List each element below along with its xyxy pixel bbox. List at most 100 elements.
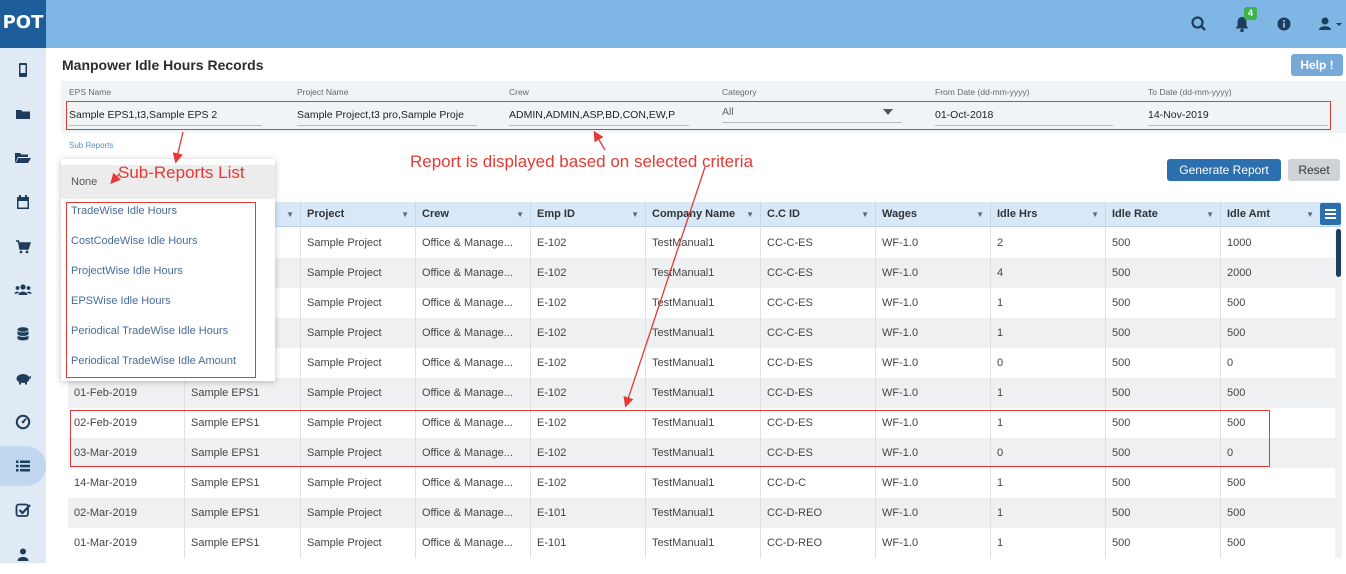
project-name-field[interactable]: Sample Project,t3 pro,Sample Proje xyxy=(297,104,477,126)
chevron-down-icon[interactable]: ▼ xyxy=(861,202,869,227)
table-row[interactable]: 03-Mar-2019 Sample EPS1 Sample Project Offi… xyxy=(68,438,1335,468)
column-header-idle-amt[interactable]: Idle Amt ▼ xyxy=(1220,202,1320,227)
users-icon xyxy=(14,284,32,295)
chevron-down-icon[interactable]: ▼ xyxy=(976,202,984,227)
table-cell: WF-1.0 xyxy=(875,498,990,528)
sidebar-item-calendar[interactable] xyxy=(0,182,46,222)
table-cell: 500 xyxy=(1105,258,1220,288)
column-header-project[interactable]: Project ▼ xyxy=(300,202,415,227)
reset-button[interactable]: Reset xyxy=(1288,159,1340,181)
table-cell: 500 xyxy=(1105,408,1220,438)
table-row[interactable]: 01-Feb-2019 Sample EPS1 Sample Project Offi… xyxy=(68,378,1335,408)
chevron-down-icon[interactable]: ▼ xyxy=(631,202,639,227)
table-cell: WF-1.0 xyxy=(875,378,990,408)
table-cell: 500 xyxy=(1105,528,1220,558)
sidebar-item-checklist[interactable] xyxy=(0,490,46,530)
table-cell: Sample Project xyxy=(300,468,415,498)
chevron-down-icon[interactable]: ▼ xyxy=(286,202,294,227)
sidebar-item-database[interactable] xyxy=(0,314,46,354)
chevron-down-icon[interactable]: ▼ xyxy=(401,202,409,227)
table-cell: WF-1.0 xyxy=(875,528,990,558)
table-cell: TestManual1 xyxy=(645,258,760,288)
sub-report-option[interactable]: TradeWise Idle Hours xyxy=(61,196,275,226)
table-cell: 1 xyxy=(990,528,1105,558)
category-select[interactable]: All xyxy=(722,101,902,123)
chevron-down-icon[interactable] xyxy=(883,109,893,115)
column-header-crew[interactable]: Crew ▼ xyxy=(415,202,530,227)
scrollbar[interactable] xyxy=(1335,228,1342,558)
sub-report-option[interactable]: Periodical TradeWise Idle Amount xyxy=(61,346,275,376)
sidebar-item-cart[interactable] xyxy=(0,226,46,266)
app-logo[interactable]: POT xyxy=(0,0,46,48)
table-cell: 500 xyxy=(1105,498,1220,528)
table-row[interactable]: 01-Mar-2019 Sample EPS1 Sample Project Offi… xyxy=(68,528,1335,558)
sidebar-item-piggy-bank[interactable] xyxy=(0,358,46,398)
chevron-down-icon[interactable]: ▼ xyxy=(1206,202,1214,227)
sidebar-item-users[interactable] xyxy=(0,270,46,310)
sidebar-item-mobile[interactable] xyxy=(0,50,46,90)
user-menu-icon[interactable] xyxy=(1316,14,1344,34)
from-date-field[interactable]: 01-Oct-2018 xyxy=(935,104,1113,126)
mobile-icon xyxy=(19,63,27,77)
scrollbar-thumb[interactable] xyxy=(1336,229,1341,277)
chevron-down-icon[interactable]: ▼ xyxy=(1091,202,1099,227)
piggy-bank-icon xyxy=(16,374,31,385)
table-cell: Sample EPS1 xyxy=(184,528,300,558)
chevron-down-icon[interactable]: ▼ xyxy=(516,202,524,227)
sub-report-option[interactable]: ProjectWise Idle Hours xyxy=(61,256,275,286)
table-cell: 500 xyxy=(1220,288,1335,318)
table-cell: E-101 xyxy=(530,528,645,558)
project-name-label: Project Name xyxy=(297,87,349,97)
table-cell: E-102 xyxy=(530,468,645,498)
eps-name-field[interactable]: Sample EPS1,t3,Sample EPS 2 xyxy=(69,104,262,126)
table-row[interactable]: 02-Feb-2019 Sample EPS1 Sample Project Offi… xyxy=(68,408,1335,438)
table-cell: 500 xyxy=(1220,318,1335,348)
cart-icon xyxy=(16,239,31,253)
table-cell: WF-1.0 xyxy=(875,408,990,438)
table-cell: Sample Project xyxy=(300,348,415,378)
sidebar-item-dashboard[interactable] xyxy=(0,402,46,442)
table-cell: Sample Project xyxy=(300,288,415,318)
column-header-idle-hrs[interactable]: Idle Hrs ▼ xyxy=(990,202,1105,227)
generate-report-button[interactable]: Generate Report xyxy=(1167,159,1281,181)
table-cell: E-102 xyxy=(530,438,645,468)
table-cell: 0 xyxy=(990,438,1105,468)
column-menu-button[interactable] xyxy=(1320,203,1341,225)
table-cell: TestManual1 xyxy=(645,438,760,468)
table-row[interactable]: 14-Mar-2019 Sample EPS1 Sample Project Offi… xyxy=(68,468,1335,498)
table-cell: CC-D-ES xyxy=(760,408,875,438)
table-cell: Office & Manage... xyxy=(415,528,530,558)
help-button[interactable]: Help ! xyxy=(1291,54,1343,76)
column-header-emp-id[interactable]: Emp ID ▼ xyxy=(530,202,645,227)
search-icon[interactable] xyxy=(1189,14,1209,34)
sidebar-item-profile[interactable] xyxy=(0,534,46,574)
column-header-company-name[interactable]: Company Name ▼ xyxy=(645,202,760,227)
sub-report-option[interactable]: EPSWise Idle Hours xyxy=(61,286,275,316)
table-cell: Sample EPS1 xyxy=(184,468,300,498)
to-date-field[interactable]: 14-Nov-2019 xyxy=(1148,104,1328,126)
table-row[interactable]: 02-Mar-2019 Sample EPS1 Sample Project Offi… xyxy=(68,498,1335,528)
table-cell: E-102 xyxy=(530,318,645,348)
crew-field[interactable]: ADMIN,ADMIN,ASP,BD,CON,EW,P xyxy=(509,104,689,126)
sidebar-item-folder-open[interactable] xyxy=(0,138,46,178)
sub-report-option[interactable]: CostCodeWise Idle Hours xyxy=(61,226,275,256)
column-header-idle-rate[interactable]: Idle Rate ▼ xyxy=(1105,202,1220,227)
info-icon[interactable] xyxy=(1274,14,1294,34)
table-cell: CC-D-ES xyxy=(760,438,875,468)
sub-report-option[interactable]: Periodical TradeWise Idle Hours xyxy=(61,316,275,346)
column-header-wages[interactable]: Wages ▼ xyxy=(875,202,990,227)
table-cell: Office & Manage... xyxy=(415,498,530,528)
sidebar-item-reports[interactable] xyxy=(0,446,46,486)
column-header-cc-id[interactable]: C.C ID ▼ xyxy=(760,202,875,227)
table-cell: TestManual1 xyxy=(645,348,760,378)
table-cell: E-102 xyxy=(530,378,645,408)
chevron-down-icon[interactable]: ▼ xyxy=(1306,202,1314,227)
table-cell: 1 xyxy=(990,408,1105,438)
table-cell: WF-1.0 xyxy=(875,348,990,378)
chevron-down-icon[interactable]: ▼ xyxy=(746,202,754,227)
table-cell: WF-1.0 xyxy=(875,258,990,288)
table-cell: Sample EPS1 xyxy=(184,438,300,468)
sidebar-item-folder[interactable] xyxy=(0,94,46,134)
top-bar xyxy=(0,0,1346,48)
from-date-label: From Date (dd-mm-yyyy) xyxy=(935,87,1030,97)
